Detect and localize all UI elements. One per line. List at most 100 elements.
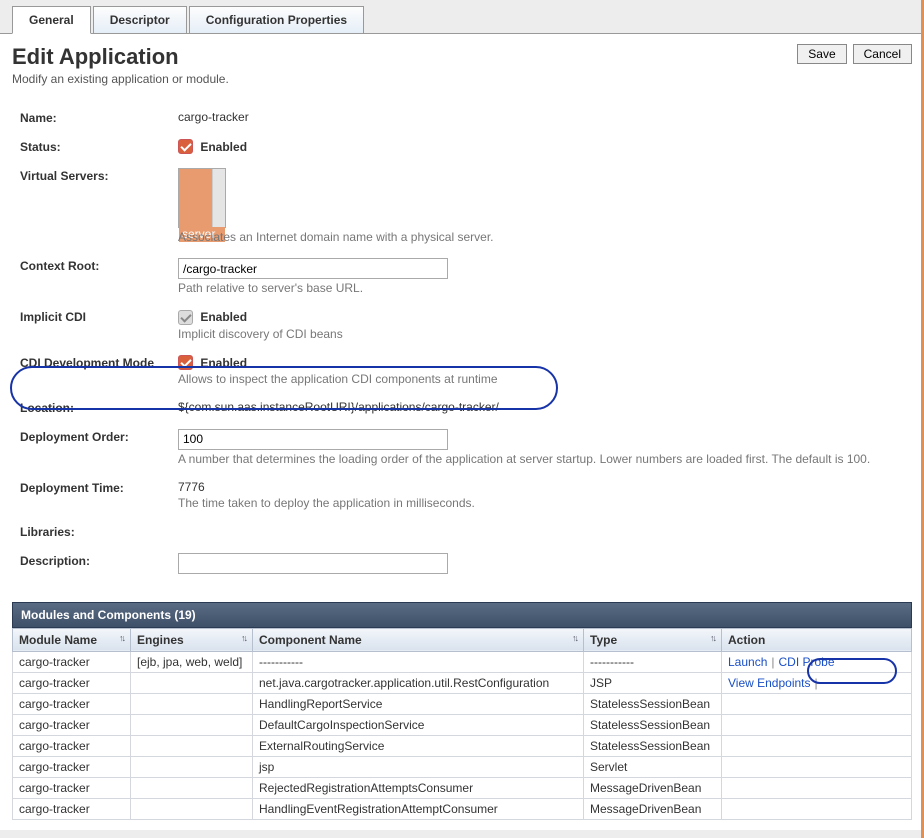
col-module-name[interactable]: Module Name↑↓	[13, 628, 131, 651]
cell-engines	[131, 777, 253, 798]
name-label: Name:	[20, 110, 178, 125]
implicit-cdi-enabled-label: Enabled	[200, 310, 247, 324]
virtual-servers-help: Associates an Internet domain name with …	[178, 230, 912, 244]
status-checkbox[interactable]	[178, 139, 193, 154]
cell-component: RejectedRegistrationAttemptsConsumer	[253, 777, 584, 798]
cell-engines	[131, 693, 253, 714]
cell-engines	[131, 798, 253, 819]
cell-type: -----------	[584, 651, 722, 672]
context-root-help: Path relative to server's base URL.	[178, 281, 912, 295]
cell-engines	[131, 735, 253, 756]
cell-type: StatelessSessionBean	[584, 735, 722, 756]
sort-icon: ↑↓	[572, 633, 577, 643]
cell-action	[722, 756, 912, 777]
cell-module: cargo-tracker	[13, 672, 131, 693]
cdi-dev-checkbox[interactable]	[178, 355, 193, 370]
virtual-servers-listbox[interactable]: server	[178, 168, 226, 228]
table-row: cargo-trackerHandlingReportServiceStatel…	[13, 693, 912, 714]
cell-component: ExternalRoutingService	[253, 735, 584, 756]
deploy-time-value: 7776	[178, 480, 205, 494]
page-subtitle: Modify an existing application or module…	[12, 72, 229, 86]
cell-module: cargo-tracker	[13, 693, 131, 714]
status-enabled-label: Enabled	[200, 140, 247, 154]
implicit-cdi-help: Implicit discovery of CDI beans	[178, 327, 912, 341]
cell-engines	[131, 672, 253, 693]
cdi-probe-link[interactable]: CDI Probe	[779, 655, 835, 669]
col-engines[interactable]: Engines↑↓	[131, 628, 253, 651]
cell-type: MessageDrivenBean	[584, 777, 722, 798]
table-row: cargo-tracker[ejb, jpa, web, weld]------…	[13, 651, 912, 672]
description-label: Description:	[20, 553, 178, 568]
tab-config-properties[interactable]: Configuration Properties	[189, 6, 364, 33]
cell-engines	[131, 714, 253, 735]
name-value: cargo-tracker	[178, 110, 912, 124]
deploy-time-label: Deployment Time:	[20, 480, 178, 495]
cell-module: cargo-tracker	[13, 735, 131, 756]
deploy-time-help: The time taken to deploy the application…	[178, 496, 912, 510]
view-endpoints-link[interactable]: View Endpoints	[728, 676, 811, 690]
cell-engines: [ejb, jpa, web, weld]	[131, 651, 253, 672]
cell-component: HandlingReportService	[253, 693, 584, 714]
cell-type: Servlet	[584, 756, 722, 777]
launch-link[interactable]: Launch	[728, 655, 767, 669]
cell-action	[722, 693, 912, 714]
cdi-dev-help: Allows to inspect the application CDI co…	[178, 372, 912, 386]
sort-icon: ↑↓	[119, 633, 124, 643]
tab-general[interactable]: General	[12, 6, 91, 34]
status-label: Status:	[20, 139, 178, 154]
cell-action: Launch|CDI Probe	[722, 651, 912, 672]
page-title: Edit Application	[12, 44, 229, 70]
libraries-label: Libraries:	[20, 524, 178, 539]
implicit-cdi-label: Implicit CDI	[20, 309, 178, 324]
cell-component: DefaultCargoInspectionService	[253, 714, 584, 735]
table-row: cargo-tracker jspServlet	[13, 756, 912, 777]
cell-module: cargo-tracker	[13, 714, 131, 735]
table-row: cargo-tracker net.java.cargotracker.appli…	[13, 672, 912, 693]
cell-component: -----------	[253, 651, 584, 672]
cell-action: View Endpoints|	[722, 672, 912, 693]
sort-icon: ↑↓	[710, 633, 715, 643]
cell-type: JSP	[584, 672, 722, 693]
col-type[interactable]: Type↑↓	[584, 628, 722, 651]
virtual-servers-label: Virtual Servers:	[20, 168, 178, 183]
cdi-dev-enabled-label: Enabled	[200, 355, 247, 369]
deploy-order-label: Deployment Order:	[20, 429, 178, 444]
context-root-input[interactable]	[178, 258, 448, 279]
table-row: cargo-tracker RejectedRegistrationAttempt…	[13, 777, 912, 798]
cancel-button[interactable]: Cancel	[853, 44, 912, 64]
cell-module: cargo-tracker	[13, 756, 131, 777]
cell-action	[722, 714, 912, 735]
location-value: ${com.sun.aas.instanceRootURI}/applicati…	[178, 400, 912, 414]
cell-component: HandlingEventRegistrationAttemptConsumer	[253, 798, 584, 819]
cell-engines	[131, 756, 253, 777]
description-input[interactable]	[178, 553, 448, 574]
cell-type: MessageDrivenBean	[584, 798, 722, 819]
table-row: cargo-tracker HandlingEventRegistrationAt…	[13, 798, 912, 819]
deploy-order-input[interactable]	[178, 429, 448, 450]
cdi-dev-label: CDI Development Mode	[20, 355, 178, 370]
cell-type: StatelessSessionBean	[584, 714, 722, 735]
location-label: Location:	[20, 400, 178, 415]
cell-action	[722, 735, 912, 756]
context-root-label: Context Root:	[20, 258, 178, 273]
sort-icon: ↑↓	[241, 633, 246, 643]
cell-component: net.java.cargotracker.application.util.R…	[253, 672, 584, 693]
table-row: cargo-tracker ExternalRoutingServiceState…	[13, 735, 912, 756]
col-action: Action	[722, 628, 912, 651]
tab-bar: General Descriptor Configuration Propert…	[0, 0, 924, 34]
modules-table: Module Name↑↓ Engines↑↓ Component Name↑↓…	[12, 628, 912, 820]
save-button[interactable]: Save	[797, 44, 846, 64]
cell-action	[722, 798, 912, 819]
deploy-order-help: A number that determines the loading ord…	[178, 452, 912, 466]
cell-module: cargo-tracker	[13, 777, 131, 798]
cell-module: cargo-tracker	[13, 651, 131, 672]
implicit-cdi-checkbox[interactable]	[178, 310, 193, 325]
cell-action	[722, 777, 912, 798]
col-component-name[interactable]: Component Name↑↓	[253, 628, 584, 651]
listbox-scrollbar[interactable]	[212, 169, 225, 227]
tab-descriptor[interactable]: Descriptor	[93, 6, 187, 33]
cell-component: jsp	[253, 756, 584, 777]
table-row: cargo-tracker DefaultCargoInspectionServi…	[13, 714, 912, 735]
cell-module: cargo-tracker	[13, 798, 131, 819]
table-title: Modules and Components (19)	[12, 602, 912, 628]
